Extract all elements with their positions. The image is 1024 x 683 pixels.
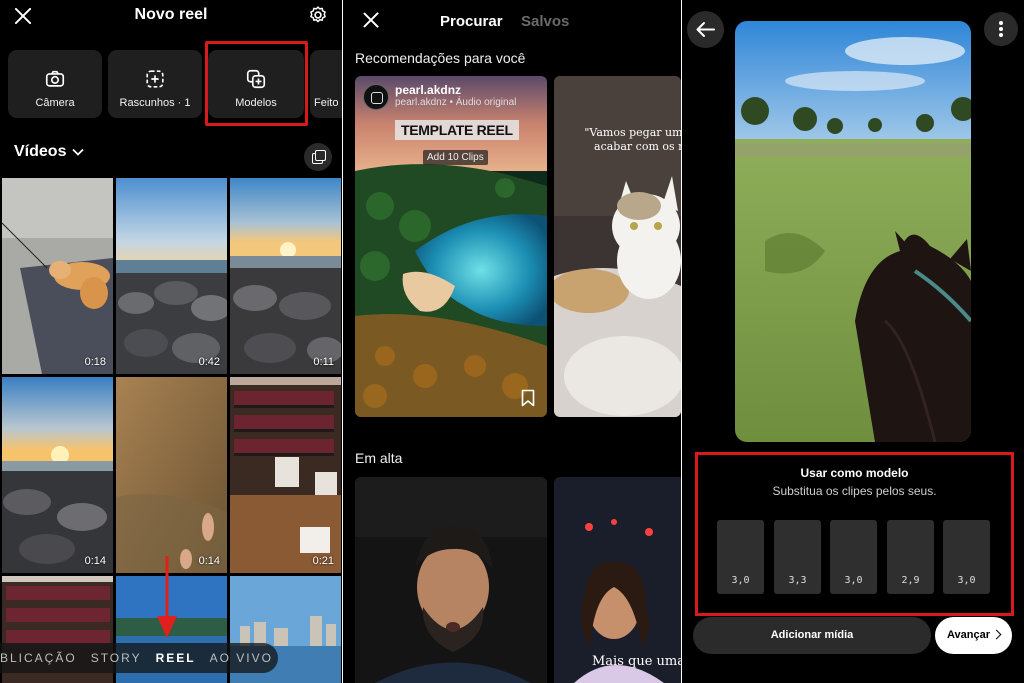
video-thumb[interactable]: 0:11	[230, 178, 341, 374]
trending-card[interactable]: Mais que uma fi	[554, 477, 681, 683]
camera-label: Câmera	[35, 97, 75, 109]
author-audio: pearl.akdnz • Áudio original	[395, 97, 517, 108]
video-thumb[interactable]: 0:14	[2, 377, 113, 573]
tab-browse[interactable]: Procurar	[440, 13, 503, 30]
back-button[interactable]	[687, 11, 724, 48]
gear-icon[interactable]	[308, 5, 328, 25]
template-browser-panel: Procurar Salvos Recomendações para você …	[343, 0, 681, 683]
advance-button[interactable]: Avançar	[935, 617, 1012, 654]
mode-selector: BLICAÇÃO STORY REEL AO VIVO	[0, 643, 278, 673]
arrow-left-icon	[696, 22, 715, 37]
use-template-title: Usar como modelo	[800, 466, 909, 480]
chevron-down-icon	[72, 148, 85, 156]
templates-highlight-box	[205, 41, 308, 126]
mode-story[interactable]: STORY	[91, 651, 142, 665]
avatar	[363, 84, 389, 110]
duration-label: 0:14	[198, 555, 220, 567]
more-vertical-icon	[999, 21, 1003, 25]
template-card[interactable]: "Vamos pegar um ga acabar com os ra	[554, 76, 681, 417]
mode-reel[interactable]: REEL	[156, 651, 196, 665]
video-thumb[interactable]: 0:42	[116, 178, 227, 374]
section-recommended-title: Recomendações para você	[355, 50, 526, 66]
videos-dropdown[interactable]: Vídeos	[14, 143, 85, 161]
drafts-button[interactable]: Rascunhos · 1	[108, 50, 202, 118]
clip-slot[interactable]: 3,0	[943, 520, 990, 594]
chevron-right-icon	[991, 629, 1002, 640]
template-preview-panel: Usar como modelo Substitua os clipes pel…	[682, 0, 1024, 683]
section-trending-title: Em alta	[355, 450, 403, 466]
more-options-button[interactable]	[984, 12, 1018, 46]
author-username: pearl.akdnz	[395, 83, 462, 97]
video-thumb[interactable]: 0:14	[116, 377, 227, 573]
template-preview[interactable]	[735, 21, 971, 442]
mode-live[interactable]: AO VIVO	[210, 651, 273, 665]
video-thumb[interactable]: 0:18	[2, 178, 113, 374]
clip-slot[interactable]: 3,0	[717, 520, 764, 594]
trending-card[interactable]	[355, 477, 547, 683]
clip-duration: 2,9	[901, 575, 920, 586]
drafts-label: Rascunhos · 1	[119, 97, 191, 109]
videos-label: Vídeos	[14, 143, 67, 160]
made-for-you-button[interactable]: Feito	[310, 50, 342, 118]
use-template-subtitle: Substitua os clipes pelos seus.	[772, 484, 937, 498]
video-thumb[interactable]: 0:21	[230, 377, 341, 573]
template-title: TEMPLATE REEL	[395, 120, 519, 140]
made-for-you-label: Feito	[314, 97, 339, 109]
clip-duration: 3,0	[844, 575, 863, 586]
advance-label: Avançar	[947, 629, 991, 641]
duration-label: 0:11	[313, 356, 334, 368]
card-quote: "Vamos pegar um ga acabar com os ra	[584, 126, 681, 153]
close-icon[interactable]	[361, 10, 381, 30]
clip-duration: 3,3	[788, 575, 807, 586]
camera-button[interactable]: Câmera	[8, 50, 102, 118]
add-media-button[interactable]: Adicionar mídia	[693, 617, 931, 654]
bookmark-icon[interactable]	[521, 389, 535, 407]
camera-icon	[45, 70, 65, 87]
clip-duration: 3,0	[731, 575, 750, 586]
duration-label: 0:18	[84, 356, 106, 368]
card-caption: Mais que uma fi	[592, 654, 681, 669]
duration-label: 0:42	[198, 356, 220, 368]
template-card[interactable]: pearl.akdnz pearl.akdnz • Áudio original…	[355, 76, 547, 417]
mode-publication[interactable]: BLICAÇÃO	[0, 651, 77, 665]
header: Novo reel	[0, 0, 342, 34]
use-as-template-panel: Usar como modelo Substitua os clipes pel…	[695, 452, 1014, 616]
clip-duration: 3,0	[957, 575, 976, 586]
select-multiple-button[interactable]	[304, 143, 332, 171]
drafts-icon	[146, 70, 164, 88]
tab-saved[interactable]: Salvos	[521, 13, 569, 30]
annotation-arrow-icon	[157, 556, 177, 638]
clip-slot[interactable]: 3,3	[774, 520, 821, 594]
duration-label: 0:14	[84, 555, 106, 567]
clip-slot[interactable]: 2,9	[887, 520, 934, 594]
card-author: pearl.akdnz pearl.akdnz • Áudio original	[363, 84, 516, 110]
duration-label: 0:21	[312, 555, 334, 567]
template-clips-label: Add 10 Clips	[423, 150, 488, 165]
page-title: Novo reel	[134, 6, 208, 23]
clip-slot[interactable]: 3,0	[830, 520, 877, 594]
new-reel-panel: Novo reel Câmera Rascunhos · 1 Modelos F…	[0, 0, 342, 683]
